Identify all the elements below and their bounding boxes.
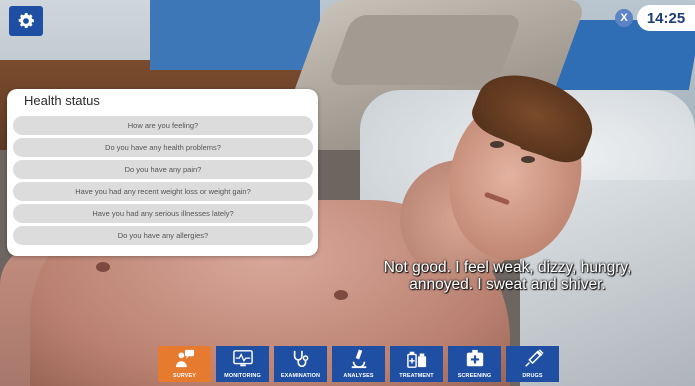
screening-icon [466, 349, 483, 367]
question-allergies[interactable]: Do you have any allergies? [13, 226, 313, 245]
stethoscope-icon [293, 350, 308, 368]
survey-icon [175, 349, 194, 368]
microscope-icon [351, 349, 366, 369]
health-status-panel: Health status How are you feeling? Do yo… [7, 89, 318, 256]
patient-eye-right [521, 156, 535, 163]
question-feeling[interactable]: How are you feeling? [13, 116, 313, 135]
monitoring-button[interactable]: MONITORING [216, 346, 269, 382]
gear-icon [18, 13, 34, 29]
survey-label: SURVEY [172, 373, 197, 379]
close-button[interactable]: X [615, 9, 633, 27]
drugs-button[interactable]: DRUGS [506, 346, 559, 382]
examination-button[interactable]: EXAMINATION [274, 346, 327, 382]
screening-label: SCREENING [457, 373, 492, 379]
question-pain[interactable]: Do you have any pain? [13, 160, 313, 179]
action-toolbar: SURVEY MONITORING EXAMINATION ANALYSES T… [158, 346, 559, 382]
bed-headboard-gap [327, 15, 523, 85]
bed-blue-panel [150, 0, 320, 70]
treatment-label: TREATMENT [399, 373, 434, 379]
settings-button[interactable] [9, 6, 43, 36]
subtitle-line-2: annoyed. I sweat and shiver. [409, 276, 606, 293]
timer-text: 14:25 [646, 9, 686, 27]
medicine-bottles-icon [406, 351, 426, 368]
question-health-problems[interactable]: Do you have any health problems? [13, 138, 313, 157]
question-weight-change[interactable]: Have you had any recent weight loss or w… [13, 182, 313, 201]
monitoring-label: MONITORING [224, 373, 261, 379]
panel-title: Health status [24, 93, 100, 108]
patient-nipple-left [96, 262, 110, 272]
patient-eye-left [490, 141, 504, 148]
drugs-label: DRUGS [522, 373, 543, 379]
subtitle-line-1: Not good. I feel weak, dizzy, hungry, [383, 259, 632, 276]
screening-button[interactable]: SCREENING [448, 346, 501, 382]
monitor-icon [232, 350, 253, 367]
survey-button[interactable]: SURVEY [158, 346, 211, 382]
analyses-button[interactable]: ANALYSES [332, 346, 385, 382]
analyses-label: ANALYSES [343, 373, 374, 379]
timer-display: 14:25 [637, 5, 695, 31]
treatment-button[interactable]: TREATMENT [390, 346, 443, 382]
question-list: How are you feeling? Do you have any hea… [13, 116, 313, 248]
question-serious-illnesses[interactable]: Have you had any serious illnesses latel… [13, 204, 313, 223]
examination-label: EXAMINATION [280, 373, 321, 379]
patient-subtitle: Not good. I feel weak, dizzy, hungry, an… [345, 259, 670, 293]
close-icon: X [620, 12, 628, 24]
syringe-icon [524, 349, 544, 367]
